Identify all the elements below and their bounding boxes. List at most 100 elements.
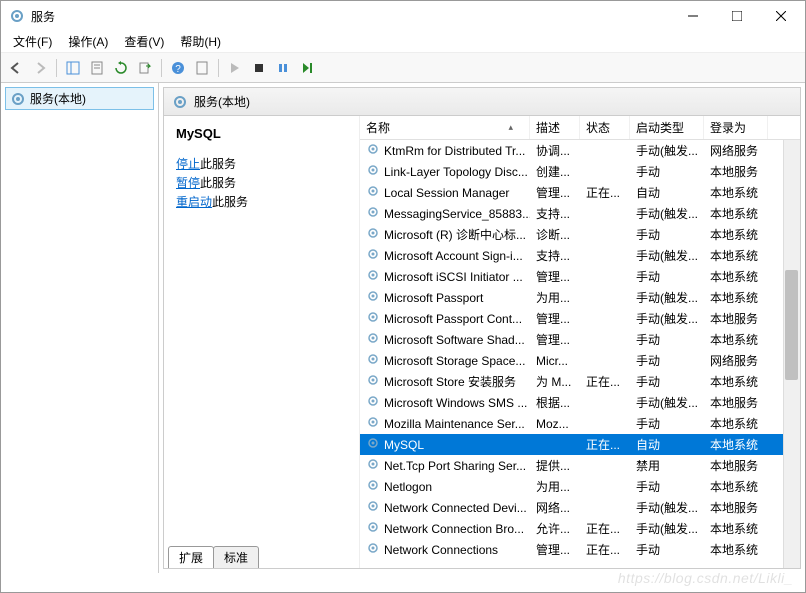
service-row[interactable]: Microsoft Passport为用...手动(触发...本地系统 [360,287,800,308]
service-row[interactable]: Netlogon为用...手动本地系统 [360,476,800,497]
detail-pane: MySQL 停止此服务 暂停此服务 重启动此服务 [164,116,359,568]
maximize-button[interactable] [715,1,759,31]
cell-logon: 本地系统 [704,436,768,453]
show-hide-button[interactable] [62,57,84,79]
pause-link[interactable]: 暂停 [176,176,200,190]
cell-logon: 本地系统 [704,478,768,495]
cell-desc: 支持... [530,247,580,264]
service-row[interactable]: Microsoft Passport Cont...管理...手动(触发...本… [360,308,800,329]
cell-desc: 允许... [530,520,580,537]
service-row[interactable]: Microsoft Storage Space...Micr...手动网络服务 [360,350,800,371]
service-row[interactable]: Microsoft (R) 诊断中心标...诊断...手动本地系统 [360,224,800,245]
restart-link[interactable]: 重启动 [176,195,212,209]
tree-node-services-local[interactable]: 服务(本地) [5,87,154,110]
cell-desc: 网络... [530,499,580,516]
cell-desc: 根据... [530,394,580,411]
service-row[interactable]: MySQL正在...自动本地系统 [360,434,800,455]
cell-name: Microsoft iSCSI Initiator ... [360,268,530,285]
restart-action: 重启动此服务 [176,193,347,210]
service-row[interactable]: Microsoft Windows SMS ...根据...手动(触发...本地… [360,392,800,413]
refresh-button[interactable] [110,57,132,79]
help-button[interactable]: ? [167,57,189,79]
cell-logon: 本地系统 [704,373,768,390]
list-body[interactable]: KtmRm for Distributed Tr...协调...手动(触发...… [360,140,800,568]
service-row[interactable]: Microsoft iSCSI Initiator ...管理...手动本地系统 [360,266,800,287]
service-row[interactable]: Network Connected Devi...网络...手动(触发...本地… [360,497,800,518]
close-button[interactable] [759,1,803,31]
gear-icon [366,226,380,243]
gear-icon [366,331,380,348]
cell-desc: Micr... [530,354,580,368]
col-desc[interactable]: 描述 [530,116,580,139]
tab-extended[interactable]: 扩展 [168,546,214,568]
watermark: https://blog.csdn.net/Likli_ [618,570,793,586]
cell-name: Microsoft Passport Cont... [360,310,530,327]
gear-icon [10,91,26,107]
cell-logon: 网络服务 [704,352,768,369]
cell-name: Netlogon [360,478,530,495]
cell-logon: 本地服务 [704,457,768,474]
col-startup[interactable]: 启动类型 [630,116,704,139]
service-row[interactable]: Microsoft Store 安装服务为 M...正在...手动本地系统 [360,371,800,392]
cell-logon: 本地系统 [704,268,768,285]
cell-startup: 自动 [630,184,704,201]
stop-service-button[interactable] [248,57,270,79]
scrollbar-thumb[interactable] [785,270,798,380]
menu-action[interactable]: 操作(A) [60,31,116,52]
service-row[interactable]: Link-Layer Topology Disc...创建...手动本地服务 [360,161,800,182]
service-row[interactable]: Local Session Manager管理...正在...自动本地系统 [360,182,800,203]
gear-icon [172,94,188,110]
titlebar: 服务 [1,1,805,31]
cell-name: MySQL [360,436,530,453]
menu-file[interactable]: 文件(F) [5,31,60,52]
cell-logon: 本地系统 [704,205,768,222]
cell-startup: 手动 [630,415,704,432]
minimize-button[interactable] [671,1,715,31]
restart-service-button[interactable] [296,57,318,79]
col-name[interactable]: 名称▴ [360,116,530,139]
service-row[interactable]: KtmRm for Distributed Tr...协调...手动(触发...… [360,140,800,161]
cell-desc: 管理... [530,310,580,327]
menu-help[interactable]: 帮助(H) [172,31,229,52]
scrollbar[interactable] [783,140,800,568]
gear-icon [366,520,380,537]
cell-startup: 手动 [630,163,704,180]
forward-button[interactable] [29,57,51,79]
cell-startup: 手动(触发... [630,394,704,411]
export-button[interactable] [134,57,156,79]
service-row[interactable]: Mozilla Maintenance Ser...Moz...手动本地系统 [360,413,800,434]
pause-service-button[interactable] [272,57,294,79]
stop-link[interactable]: 停止 [176,157,200,171]
cell-desc: Moz... [530,417,580,431]
tree-pane: 服务(本地) [1,83,159,573]
service-row[interactable]: Microsoft Account Sign-i...支持...手动(触发...… [360,245,800,266]
cell-startup: 手动 [630,331,704,348]
list-header: 名称▴ 描述 状态 启动类型 登录为 [360,116,800,140]
service-row[interactable]: MessagingService_85883...支持...手动(触发...本地… [360,203,800,224]
col-status[interactable]: 状态 [580,116,630,139]
cell-name: Microsoft Software Shad... [360,331,530,348]
start-service-button[interactable] [224,57,246,79]
service-row[interactable]: Net.Tcp Port Sharing Ser...提供...禁用本地服务 [360,455,800,476]
cell-startup: 手动 [630,373,704,390]
gear-icon [366,415,380,432]
cell-startup: 手动(触发... [630,289,704,306]
cell-name: Mozilla Maintenance Ser... [360,415,530,432]
help2-button[interactable] [191,57,213,79]
pause-action: 暂停此服务 [176,174,347,191]
service-row[interactable]: Microsoft Software Shad...管理...手动本地系统 [360,329,800,350]
cell-logon: 本地系统 [704,289,768,306]
tab-standard[interactable]: 标准 [213,546,259,568]
sort-asc-icon: ▴ [508,122,513,133]
tabs: 扩展 标准 [164,546,800,568]
cell-desc: 提供... [530,457,580,474]
properties-button[interactable] [86,57,108,79]
back-button[interactable] [5,57,27,79]
menu-view[interactable]: 查看(V) [116,31,172,52]
service-row[interactable]: Network Connection Bro...允许...正在...手动(触发… [360,518,800,539]
cell-desc: 支持... [530,205,580,222]
gear-icon [366,478,380,495]
col-logon[interactable]: 登录为 [704,116,768,139]
cell-desc: 创建... [530,163,580,180]
cell-startup: 手动 [630,226,704,243]
